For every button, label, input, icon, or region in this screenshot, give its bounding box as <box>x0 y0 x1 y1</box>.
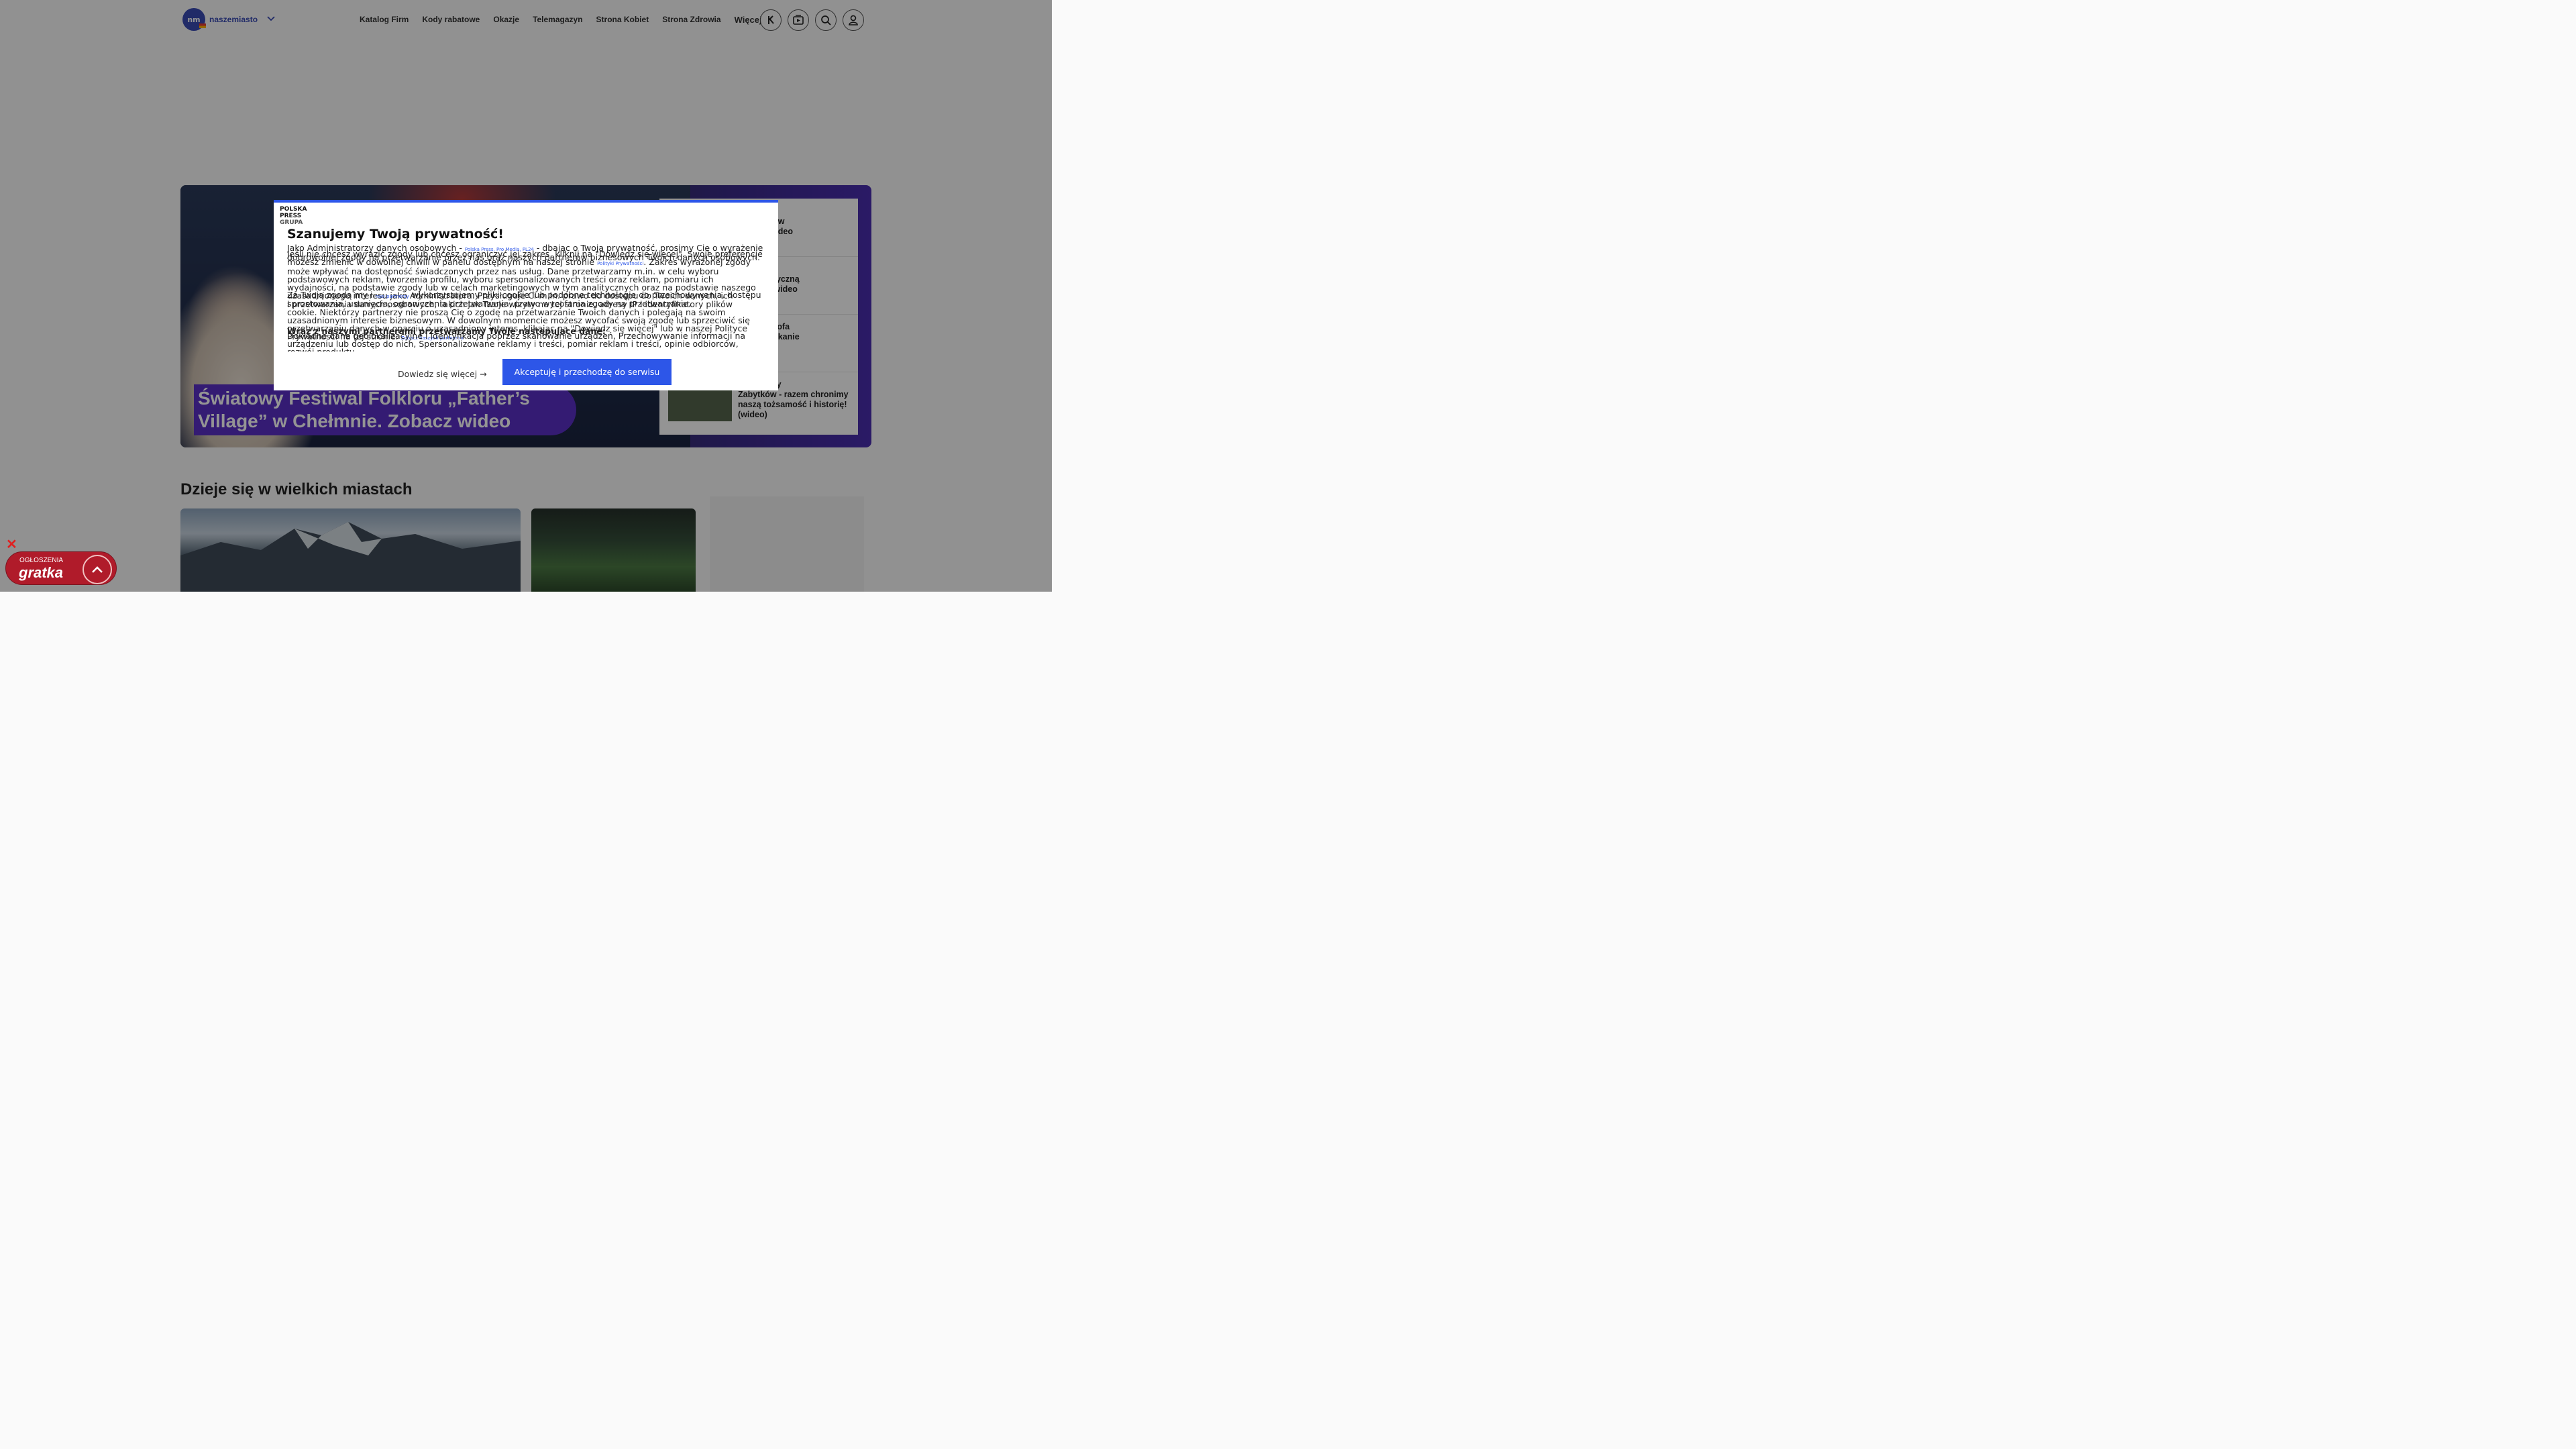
consent-paragraph: Dokładne dane geolokalizacyjne i identyf… <box>287 331 746 352</box>
partners-link[interactable]: nasi partnerzy <box>375 294 409 299</box>
consent-text: Jako Administratorzy danych osobowych - … <box>287 244 765 352</box>
logo-line: POLSKA <box>280 206 307 213</box>
consent-title: Szanujemy Twoją prywatność! <box>287 227 504 241</box>
gratka-logo: gratka <box>19 564 64 581</box>
chevron-up-icon[interactable] <box>83 555 112 584</box>
polska-press-logo: POLSKA PRESS GRUPA <box>280 206 307 226</box>
gratka-widget[interactable]: OGŁOSZENIA gratka <box>5 551 117 585</box>
privacy-policy-link[interactable]: Polityki Prywatności <box>597 261 643 266</box>
accept-button[interactable]: Akceptuję i przechodzę do serwisu <box>502 359 672 385</box>
logo-line: PRESS <box>280 213 302 219</box>
consent-modal: POLSKA PRESS GRUPA Szanujemy Twoją prywa… <box>274 200 778 390</box>
logo-line: GRUPA <box>280 219 303 226</box>
learn-more-button[interactable]: Dowiedz się więcej → <box>398 369 487 379</box>
consent-text-span: Za Twoją zgodą my i <box>287 290 376 300</box>
close-icon[interactable]: ✕ <box>6 538 17 551</box>
gratka-label: OGŁOSZENIA <box>19 557 64 564</box>
